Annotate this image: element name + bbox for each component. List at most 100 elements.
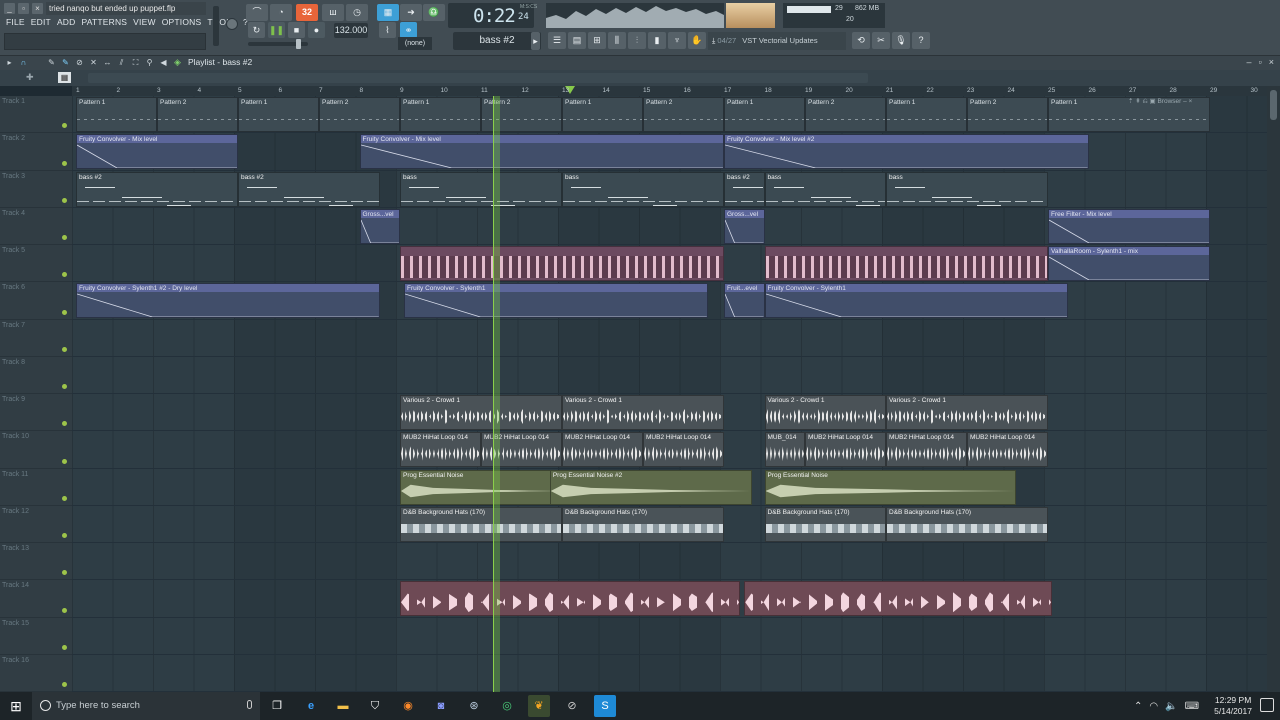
track-mute-led[interactable] [62,533,67,539]
playlist-minimize-icon[interactable]: – [1247,57,1252,67]
track-header[interactable]: Track 5 [0,245,72,283]
menu-edit[interactable]: EDIT [31,17,51,27]
track-mute-led[interactable] [62,235,67,241]
clip-pattern[interactable]: Pattern 2 [967,97,1048,132]
track-lane[interactable]: Various 2 - Crowd 1 Various 2 - Crowd 1 Va… [72,394,1267,432]
track-header[interactable]: Track 15 [0,617,72,655]
stop-button[interactable]: ■ [288,22,305,38]
track-lane[interactable] [72,654,1267,693]
clip-synth[interactable] [764,246,1048,281]
track-lane[interactable]: MUB2 HiHat Loop 014 MUB2 HiHat Loop 014 MU… [72,431,1267,469]
track-header[interactable]: Track 10 [0,431,72,469]
piano-roll-icon[interactable]: ▤ [568,32,586,49]
clip-audio[interactable]: Various 2 - Crowd 1 [400,395,562,430]
record-button[interactable]: ● [308,22,325,38]
track-lane[interactable]: D&B Background Hats (170) D&B Background … [72,505,1267,544]
volume-icon[interactable]: 🔈 [1165,701,1177,712]
channel-rack-icon[interactable]: ⊞ [588,32,606,49]
clip-audio[interactable]: MUB2 HiHat Loop 014 [643,432,724,468]
plugin-picker-icon[interactable]: ♆ [668,32,686,49]
playlist-close-icon[interactable]: × [1269,57,1274,67]
magnet-icon[interactable]: ∩ [18,57,29,68]
clip-loop[interactable] [744,581,1053,617]
track-header[interactable]: Track 13 [0,543,72,581]
slip-tool-icon[interactable]: ↔ [102,57,113,68]
track-mute-led[interactable] [62,123,67,129]
clip-pattern[interactable]: Pattern 1 [724,97,805,132]
track-mute-led[interactable] [62,644,67,650]
clip-audio[interactable]: MUB2 HiHat Loop 014 [967,432,1048,468]
browser-nav-icons[interactable]: ⇡ ⇞ ⎌ ▣ [1128,98,1157,105]
wait-record-button[interactable]: ◔ [270,4,292,21]
track-mute-led[interactable] [62,458,67,464]
track-lane[interactable]: Fruity Convolver - Mix level Fruity Convo… [72,133,1267,171]
windows-start-icon[interactable]: ⊞ [0,692,32,720]
playlist-overview[interactable]: ✚ ▦ [0,70,1280,86]
track-lane[interactable] [72,617,1267,655]
track-mute-led[interactable] [62,607,67,613]
track-header[interactable]: Track 12 [0,505,72,544]
timeline-ruler[interactable]: 1 2 3 4 5 6 7 8 9 10 11 12 13 14 15 16 17 18 19 20 21 22 23 24 2… [72,86,1267,96]
horizontal-scroll-thumb[interactable] [88,73,868,83]
clip-auto[interactable]: Fruity Convolver - Mix level [359,134,724,170]
clip-loop[interactable] [400,581,741,617]
gauge-app-icon[interactable]: ⊘ [561,695,583,717]
link-icon[interactable]: ⚭ [400,22,417,38]
microphone-icon[interactable]: 🎙 [892,32,910,49]
clip-audio[interactable]: MUB_014 [764,432,805,468]
channel-settings-icon[interactable]: ⫶ [628,32,646,49]
position-slider-handle[interactable] [296,39,301,49]
chrome-icon[interactable]: ◎ [496,695,518,717]
clip-audio[interactable]: MUB2 HiHat Loop 014 [805,432,886,468]
typing-keyboard-button[interactable]: ▦ [377,4,399,21]
track-header[interactable]: Track 1 [0,96,72,134]
track-lane[interactable] [72,543,1267,581]
menu-options[interactable]: OPTIONS [162,17,202,27]
track-header[interactable]: Track 11 [0,468,72,506]
metronome-button[interactable]: ⌒ [246,4,268,21]
master-pitch-knob[interactable] [226,18,238,30]
snap-select[interactable]: (none) [398,37,432,50]
cut-icon[interactable]: ✂ [872,32,890,49]
track-header[interactable]: Track 2 [0,133,72,171]
touch-controller-icon[interactable]: ✋ [688,32,706,49]
play-button[interactable]: ❚❚ [268,22,285,38]
track-mute-led[interactable] [62,384,67,390]
clip-bass[interactable]: bass #2 [76,171,238,207]
clip-bass[interactable]: bass [562,171,724,207]
loop-record-button[interactable]: ◷ [346,4,368,21]
network-icon[interactable]: ◠ [1149,701,1158,712]
zoom-tool-icon[interactable]: ⚲ [144,57,155,68]
playlist-icon[interactable]: ☰ [548,32,566,49]
waveform-monitor[interactable] [546,3,724,28]
notifications-icon[interactable] [1260,698,1274,712]
help-icon[interactable]: ? [912,32,930,49]
position-slider[interactable] [248,39,308,49]
taskbar-search-box[interactable]: Type here to search [32,692,260,720]
clip-pattern[interactable]: Pattern 1 [562,97,643,132]
restore-icon[interactable]: ▫ [18,3,29,14]
vertical-scrollbar[interactable] [1267,86,1280,692]
clip-pattern[interactable]: Pattern 1 [886,97,967,132]
pattern-selector[interactable]: bass #2 [453,32,541,50]
slice-tool-icon[interactable]: ⫽ [116,57,127,68]
keyboard-icon[interactable]: ⌨ [1185,701,1199,712]
playlist-menu-icon[interactable]: ▸ [4,57,15,68]
pattern-song-toggle[interactable]: 32 [296,4,318,21]
clip-pattern[interactable]: Pattern 2 [805,97,886,132]
clip-audio[interactable]: MUB2 HiHat Loop 014 [886,432,967,468]
clip-auto[interactable]: Fruity Convolver - Mix level #2 [724,134,1089,170]
taskbar-clock[interactable]: 12:29 PM 5/14/2017 [1214,695,1252,717]
song-time-display[interactable]: 0:22 M:S:CS 24 [448,3,537,28]
browser-close-icons[interactable]: – × [1183,98,1192,105]
menu-file[interactable]: FILE [6,17,25,27]
track-mute-led[interactable] [62,421,67,427]
track-lane[interactable]: Gross...vel Gross...vel Free Filter - Mix … [72,207,1267,246]
undo-history-icon[interactable]: ⟲ [852,32,870,49]
menu-add[interactable]: ADD [57,17,76,27]
browser-mini-controls[interactable]: ⇡ ⇞ ⎌ ▣ Browser – × [1128,96,1232,108]
track-mute-led[interactable] [62,570,67,576]
track-lane[interactable]: bass #2 bass #2 bass bass bass #2 bass bass [72,170,1267,208]
clip-auto[interactable]: Fruit...evel [724,283,765,319]
clip-pattern[interactable]: Pattern 1 [238,97,319,132]
